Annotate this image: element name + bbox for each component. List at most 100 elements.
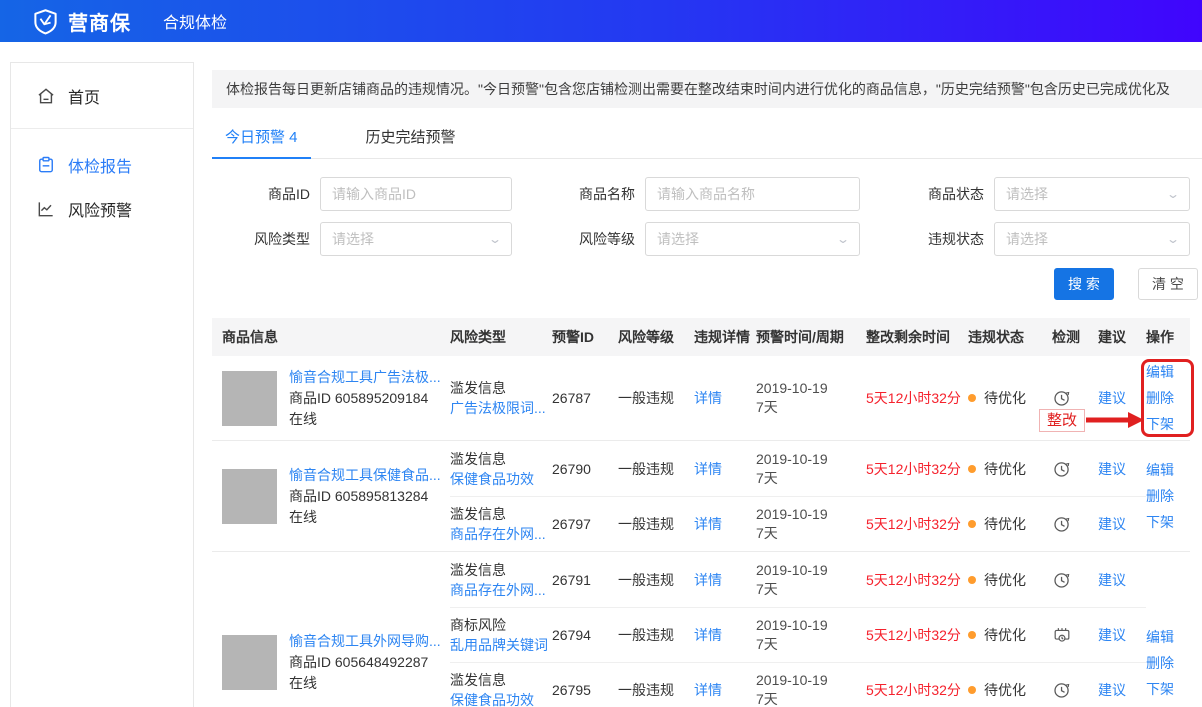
suggest-link[interactable]: 建议 — [1098, 680, 1146, 700]
edit-action[interactable]: 编辑 — [1146, 460, 1190, 480]
detect-clock-icon[interactable] — [1052, 459, 1098, 479]
column-header: 操作 — [1146, 327, 1190, 347]
filter-select[interactable]: 请选择 ⌄ — [645, 222, 860, 256]
risk-category: 滥发信息 — [450, 670, 552, 690]
tab-history-warnings[interactable]: 历史完结预警 — [353, 122, 469, 158]
filter-label: 商品ID — [212, 184, 320, 204]
product-id: 商品ID 605648492287 — [289, 652, 441, 673]
violation-status-cell: 待优化 — [968, 514, 1052, 534]
column-header: 检测 — [1052, 327, 1098, 347]
suggest-link[interactable]: 建议 — [1098, 388, 1146, 408]
warning-time-cell: 2019-10-197天 — [756, 505, 866, 543]
filter-label: 商品状态 — [860, 184, 994, 204]
product-title-link[interactable]: 愉音合规工具广告法极... — [289, 367, 441, 388]
remaining-time-cell: 5天12小时32分 — [866, 514, 968, 534]
warning-time-cell: 2019-10-197天 — [756, 561, 866, 599]
product-title-link[interactable]: 愉音合规工具外网导购... — [289, 631, 441, 652]
product-info: 愉音合规工具广告法极...商品ID 605895209184在线 — [289, 367, 441, 430]
detect-clock-icon[interactable] — [1052, 680, 1098, 700]
filter-input[interactable]: 请输入商品名称 — [645, 177, 860, 211]
edit-action[interactable]: 编辑 — [1146, 362, 1190, 382]
detect-clock-icon[interactable] — [1052, 514, 1098, 534]
product-image — [222, 371, 277, 426]
detail-link[interactable]: 详情 — [694, 388, 756, 408]
risk-name-link[interactable]: 商品存在外网... — [450, 524, 552, 544]
suggest-link[interactable]: 建议 — [1098, 459, 1146, 479]
placeholder-text: 请选择 — [657, 229, 699, 249]
table-group: 愉音合规工具广告法极...商品ID 605895209184在线滥发信息广告法极… — [212, 356, 1190, 441]
brand-name: 营商保 — [68, 7, 131, 36]
main-content: 体检报告每日更新店铺商品的违规情况。"今日预警"包含您店铺检测出需要在整改结束时… — [212, 42, 1202, 707]
filter-field: 风险类型请选择⌄ — [212, 222, 512, 256]
sidebar: 首页体检报告风险预警 — [10, 62, 194, 707]
status-text: 待优化 — [984, 388, 1026, 408]
violation-status-cell: 待优化 — [968, 570, 1052, 590]
sidebar-item-report[interactable]: 体检报告 — [11, 153, 193, 177]
search-button[interactable]: 搜 索 — [1054, 268, 1114, 300]
filter-input[interactable]: 请输入商品ID — [320, 177, 512, 211]
detail-link[interactable]: 详情 — [694, 514, 756, 534]
product-title-link[interactable]: 愉音合规工具保健食品... — [289, 465, 441, 486]
status-dot — [968, 465, 976, 473]
column-header: 违规详情 — [694, 327, 756, 347]
delete-action[interactable]: 删除 — [1146, 653, 1190, 673]
detect-clock-icon[interactable] — [1052, 388, 1098, 408]
detail-link[interactable]: 详情 — [694, 570, 756, 590]
detect-clock-icon[interactable] — [1052, 570, 1098, 590]
tab-bar: 今日预警 4 历史完结预警 — [212, 122, 1202, 159]
violation-status-cell: 待优化 — [968, 388, 1052, 408]
warning-date: 2019-10-19 — [756, 505, 866, 524]
risk-type-cell: 滥发信息保健食品功效 — [450, 670, 552, 707]
warning-id-cell: 26795 — [552, 682, 618, 698]
sidebar-item-risk[interactable]: 风险预警 — [11, 197, 193, 221]
warning-cycle: 7天 — [756, 524, 866, 543]
risk-type-cell: 滥发信息保健食品功效 — [450, 449, 552, 489]
clear-button[interactable]: 清 空 — [1138, 268, 1198, 300]
warning-date: 2019-10-19 — [756, 616, 866, 635]
risk-name-link[interactable]: 乱用品牌关键词 — [450, 635, 552, 655]
warning-id-cell: 26790 — [552, 461, 618, 477]
warning-id-cell: 26787 — [552, 390, 618, 406]
column-header: 预警时间/周期 — [756, 327, 866, 347]
sidebar-item-home[interactable]: 首页 — [11, 63, 193, 129]
risk-type-cell: 滥发信息商品存在外网... — [450, 560, 552, 600]
delete-action[interactable]: 删除 — [1146, 388, 1190, 408]
suggest-link[interactable]: 建议 — [1098, 625, 1146, 645]
suggest-link[interactable]: 建议 — [1098, 514, 1146, 534]
risk-name-link[interactable]: 广告法极限词... — [450, 398, 552, 418]
detail-link[interactable]: 详情 — [694, 680, 756, 700]
risk-category: 滥发信息 — [450, 504, 552, 524]
filter-select[interactable]: 请选择⌄ — [994, 177, 1190, 211]
detect-calendar-clock-icon[interactable] — [1052, 625, 1098, 645]
edit-action[interactable]: 编辑 — [1146, 627, 1190, 647]
product-image — [222, 635, 277, 690]
filter-field: 商品ID请输入商品ID — [212, 177, 512, 211]
status-dot — [968, 686, 976, 694]
tab-today-warnings[interactable]: 今日预警 4 — [212, 122, 311, 158]
warning-time-cell: 2019-10-197天 — [756, 450, 866, 488]
filter-field: 风险等级请选择⌄ — [512, 222, 860, 256]
placeholder-text: 请选择 — [332, 229, 374, 249]
suggest-link[interactable]: 建议 — [1098, 570, 1146, 590]
takedown-action[interactable]: 下架 — [1146, 414, 1190, 434]
warning-id-cell: 26794 — [552, 627, 618, 643]
notice-banner: 体检报告每日更新店铺商品的违规情况。"今日预警"包含您店铺检测出需要在整改结束时… — [212, 70, 1202, 108]
risk-name-link[interactable]: 保健食品功效 — [450, 690, 552, 707]
status-text: 待优化 — [984, 459, 1026, 479]
takedown-action[interactable]: 下架 — [1146, 512, 1190, 532]
filter-select[interactable]: 请选择⌄ — [320, 222, 512, 256]
detail-link[interactable]: 详情 — [694, 459, 756, 479]
detail-link[interactable]: 详情 — [694, 625, 756, 645]
table-row: 滥发信息商品存在外网...26791一般违规详情2019-10-197天5天12… — [450, 552, 1146, 607]
status-text: 待优化 — [984, 625, 1026, 645]
warning-time-cell: 2019-10-197天 — [756, 671, 866, 707]
risk-name-link[interactable]: 商品存在外网... — [450, 580, 552, 600]
risk-name-link[interactable]: 保健食品功效 — [450, 469, 552, 489]
chevron-down-icon: ⌄ — [1166, 232, 1180, 246]
remaining-time-cell: 5天12小时32分 — [866, 388, 968, 408]
takedown-action[interactable]: 下架 — [1146, 679, 1190, 699]
sidebar-item-label: 风险预警 — [68, 197, 132, 221]
chevron-down-icon: ⌄ — [836, 232, 850, 246]
filter-select[interactable]: 请选择⌄ — [994, 222, 1190, 256]
delete-action[interactable]: 删除 — [1146, 486, 1190, 506]
